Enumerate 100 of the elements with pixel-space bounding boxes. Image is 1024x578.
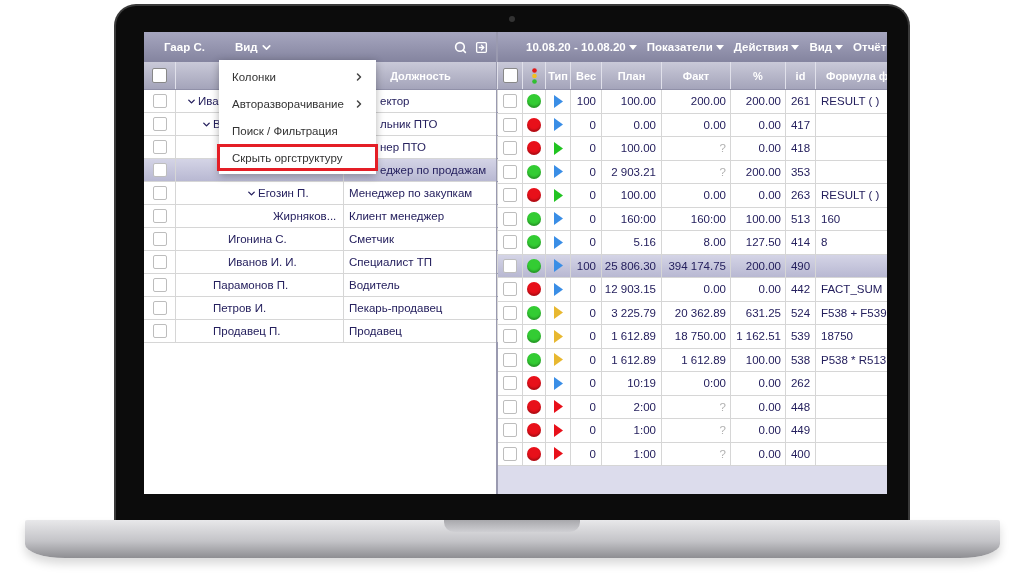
job-title: Продавец [349,325,402,337]
table-cell: 100.00 [620,95,656,108]
table-cell: RESULT ( ) [821,95,880,108]
table-cell: 2:00 [633,400,656,413]
employee-name: Иванов И. И. [228,256,297,268]
table-cell: 3 225.79 [611,306,656,319]
column-header: Факт [682,69,710,82]
table-cell: 0.00 [758,142,781,155]
table-cell: 160:00 [620,212,656,225]
table-cell: 0.00 [758,189,781,202]
table-cell: 100.00 [745,353,781,366]
job-title: Водитель [349,279,400,291]
job-title: Специалист ТП [349,256,432,268]
table-cell: FACT_SUM [821,283,883,296]
table-cell: 200.00 [745,259,781,272]
employee-name: Егозин П. [258,187,309,199]
employee-name: Ива [198,95,219,107]
table-cell: 0 [589,189,596,202]
column-header: id [795,69,806,82]
employee-name: Жирняков... [273,210,337,222]
table-cell: 539 [790,330,811,343]
column-header: Тип [548,69,568,82]
table-cell: 200.00 [745,165,781,178]
table-cell: F538 + F539 [821,306,887,319]
table-cell: 442 [790,283,811,296]
table-cell: 417 [790,118,811,131]
column-header: План [617,69,646,82]
table-cell: ? [719,142,726,155]
table-cell: 262 [790,377,811,390]
table-cell: 0 [589,424,596,437]
table-cell: 1 612.89 [611,353,656,366]
table-cell: RESULT ( ) [821,189,880,202]
table-cell: 25 806.30 [604,259,656,272]
table-cell: ? [719,424,726,437]
table-cell: 0 [589,236,596,249]
table-cell: 0:00 [703,377,726,390]
job-title: Клиент менеджер [349,210,445,222]
table-cell: 538 [790,353,811,366]
table-cell: 0 [589,142,596,155]
table-cell: 18750 [821,330,853,343]
table-cell: 0.00 [703,283,726,296]
table-cell: 1:00 [633,424,656,437]
employee-name: Петров И. [213,302,267,314]
table-cell: 0 [589,447,596,460]
job-title: льник ПТО [380,118,438,130]
column-header: Вес [575,69,596,82]
table-cell: ? [719,447,726,460]
table-cell: 400 [790,447,811,460]
table-cell: 10:19 [627,377,656,390]
table-cell: 524 [790,306,811,319]
table-cell: 5.16 [633,236,656,249]
job-title: Сметчик [349,233,394,245]
table-cell: 414 [790,236,811,249]
table-cell: 200.00 [745,95,781,108]
table-cell: ? [719,165,726,178]
employee-name: Игонина С. [228,233,287,245]
table-cell: 0.00 [758,118,781,131]
table-cell: 261 [790,95,811,108]
table-cell: 100.00 [745,212,781,225]
table-cell: 100.00 [620,189,656,202]
column-header: % [753,69,763,82]
table-cell: 0 [589,118,596,131]
table-cell: 448 [790,400,811,413]
table-cell: 0 [589,353,596,366]
job-title: Пекарь-продавец [349,302,443,314]
table-cell: 0.00 [703,118,726,131]
table-cell: 490 [790,259,811,272]
table-cell: 100 [576,95,596,108]
table-cell: 1:00 [633,447,656,460]
job-title: еджер по продажам [380,164,487,176]
column-header: Должность [390,69,451,82]
table-cell: 0 [589,330,596,343]
table-cell: 1 612.89 [611,330,656,343]
employee-name: Продавец П. [213,325,281,337]
table-cell: 8.00 [703,236,726,249]
table-cell: 2 903.21 [611,165,656,178]
table-cell: 0.00 [703,189,726,202]
table-cell: 127.50 [745,236,781,249]
job-title: ектор [380,95,410,107]
table-cell: 394 174.75 [668,259,726,272]
table-cell: 0.00 [758,424,781,437]
table-cell: 100 [576,259,596,272]
table-cell: 1 612.89 [681,353,726,366]
table-cell: 0.00 [758,447,781,460]
table-cell: 0 [589,377,596,390]
table-cell: 160 [821,212,841,225]
table-cell: ? [719,400,726,413]
table-cell: 353 [790,165,811,178]
table-cell: 100.00 [620,142,656,155]
table-cell: 0.00 [758,400,781,413]
job-title: нер ПТО [380,141,427,153]
table-cell: 0.00 [633,118,656,131]
table-cell: 8 [821,236,828,249]
job-title: Менеджер по закупкам [349,187,473,199]
table-cell: P538 * R513 [821,353,887,366]
table-cell: 418 [790,142,811,155]
table-cell: 0 [589,306,596,319]
table-cell: 513 [790,212,811,225]
table-cell: 0 [589,212,596,225]
table-cell: 631.25 [745,306,781,319]
